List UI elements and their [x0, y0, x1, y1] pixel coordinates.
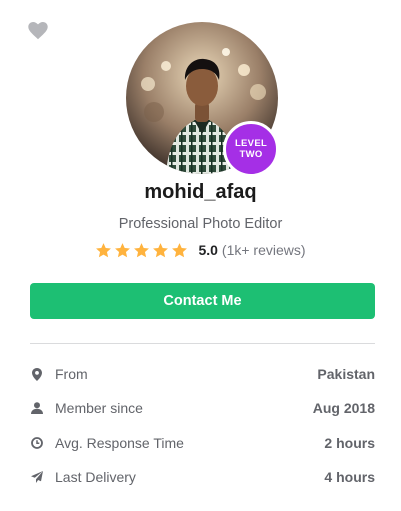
clock-icon [30, 436, 44, 450]
seller-tagline: Professional Photo Editor [118, 216, 283, 232]
user-icon [30, 401, 44, 415]
stat-row-response-time: Avg. Response Time 2 hours [30, 426, 375, 460]
stat-label: Member since [55, 400, 143, 417]
level-badge: LEVEL TWO [223, 121, 279, 177]
contact-me-button[interactable]: Contact Me [30, 283, 375, 319]
stat-value: 2 hours [324, 434, 375, 451]
star-icon [96, 242, 112, 257]
stat-label: Last Delivery [55, 469, 136, 486]
star-icon [172, 242, 188, 257]
star-icon [134, 242, 150, 257]
stat-label: From [55, 366, 88, 383]
heart-icon[interactable] [28, 22, 48, 40]
stat-value: Aug 2018 [312, 400, 375, 417]
username[interactable]: mohid_afaq [0, 181, 401, 204]
level-badge-line1: LEVEL [234, 138, 268, 149]
level-badge-line2: TWO [239, 149, 263, 160]
star-rating [95, 242, 188, 259]
seller-card: LEVEL TWO mohid_afaq Professional Photo … [0, 0, 401, 511]
star-icon [115, 242, 131, 257]
rating-score: 5.0 [198, 242, 218, 258]
stat-row-from: From Pakistan [30, 357, 375, 391]
seller-stats: From Pakistan Member since Aug 2018 Avg.… [30, 357, 375, 494]
stat-value: 4 hours [324, 469, 375, 486]
paper-plane-icon [30, 470, 44, 484]
location-pin-icon [30, 367, 44, 381]
stat-value: Pakistan [317, 366, 375, 383]
divider [30, 343, 375, 344]
rating-row: 5.0 (1k+ reviews) [0, 240, 401, 260]
stat-row-last-delivery: Last Delivery 4 hours [30, 460, 375, 494]
stat-label: Avg. Response Time [55, 434, 184, 451]
star-icon [153, 242, 169, 257]
review-count[interactable]: (1k+ reviews) [222, 242, 306, 258]
stat-row-member-since: Member since Aug 2018 [30, 391, 375, 425]
avatar-container: LEVEL TWO [126, 22, 279, 177]
